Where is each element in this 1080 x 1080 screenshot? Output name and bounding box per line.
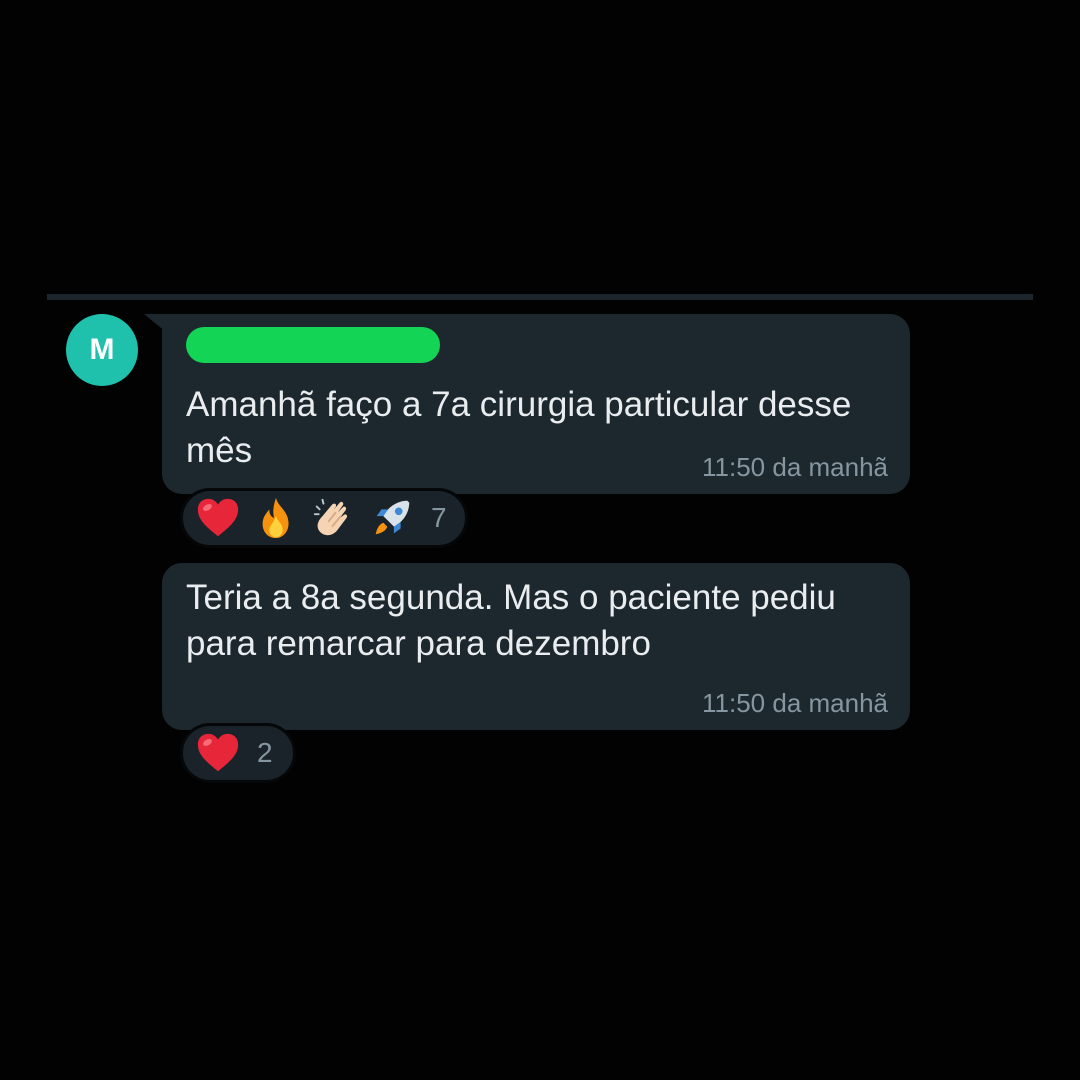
chat-divider xyxy=(47,294,1033,300)
reactions-bar[interactable]: 2 xyxy=(180,723,296,783)
message-bubble[interactable]: Amanhã faço a 7a cirurgia particular des… xyxy=(162,314,910,494)
reaction-count: 2 xyxy=(257,737,273,768)
rocket-icon xyxy=(375,500,410,535)
redacted-sender-name xyxy=(186,327,440,363)
heart-icon xyxy=(197,733,239,772)
reactions-bar[interactable]: 7 xyxy=(180,488,468,548)
reaction-count: 7 xyxy=(431,502,447,533)
message-text: Teria a 8a segunda. Mas o paciente pediu… xyxy=(186,578,836,663)
avatar[interactable]: M xyxy=(66,314,138,386)
message-time: 11:50 da manhã xyxy=(702,452,888,482)
message-time: 11:50 da manhã xyxy=(702,688,888,718)
fire-icon xyxy=(262,497,289,539)
clapping-hands-icon xyxy=(313,498,348,536)
heart-icon xyxy=(197,498,239,537)
avatar-letter: M xyxy=(89,333,115,366)
message-bubble[interactable]: Teria a 8a segunda. Mas o paciente pediu… xyxy=(162,563,910,730)
